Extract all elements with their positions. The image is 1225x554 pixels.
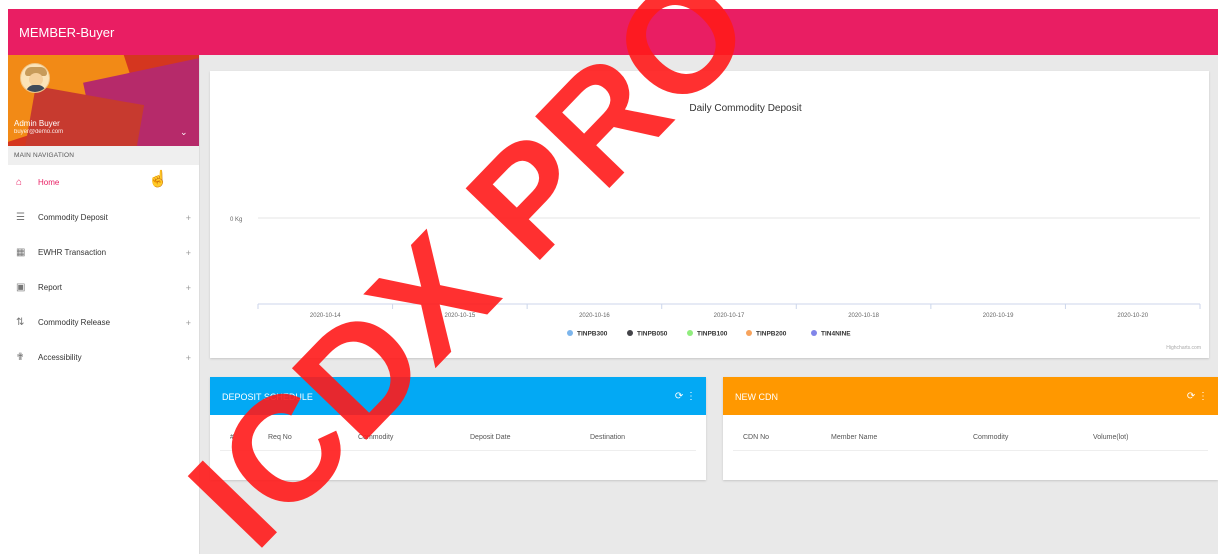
- sidebar: Admin Buyer buyer@demo.com ⌄ MAIN NAVIGA…: [8, 55, 200, 554]
- legend-marker: [567, 330, 573, 336]
- legend-label: TINPB200: [756, 331, 787, 338]
- user-profile: Admin Buyer buyer@demo.com ⌄: [8, 55, 199, 146]
- avatar: [20, 63, 50, 93]
- x-tick-label: 2020-10-19: [983, 313, 1014, 319]
- column-header: Destination: [590, 434, 626, 441]
- expand-icon: +: [185, 352, 191, 363]
- chevron-down-icon[interactable]: ⌄: [180, 127, 188, 138]
- expand-icon: +: [185, 317, 191, 328]
- sidebar-item-label: Home: [38, 178, 60, 187]
- new-cdn-header: NEW CDN ⟳ ⋮: [723, 377, 1218, 415]
- refresh-icon[interactable]: ⟳ ⋮: [1187, 391, 1208, 402]
- grid-icon: ▦: [16, 247, 26, 258]
- sidebar-item-label: Commodity Release: [38, 318, 111, 327]
- legend-marker: [687, 330, 693, 336]
- x-tick-label: 2020-10-18: [848, 313, 879, 319]
- sidebar-item-label: EWHR Transaction: [38, 248, 107, 257]
- legend-label: TINPB050: [637, 331, 668, 338]
- top-bar: MEMBER-Buyer: [8, 9, 1218, 55]
- legend-label: TIN4NINE: [821, 331, 851, 338]
- sidebar-item-label: Commodity Deposit: [38, 213, 108, 222]
- user-email: buyer@demo.com: [14, 129, 64, 135]
- app-title: MEMBER-Buyer: [19, 25, 115, 40]
- list-icon: ☰: [16, 212, 25, 223]
- expand-icon: +: [185, 282, 191, 293]
- x-tick-label: 2020-10-14: [310, 313, 341, 319]
- column-header: Member Name: [831, 434, 878, 441]
- sidebar-item-label: Accessibility: [38, 353, 82, 362]
- legend-label: TINPB100: [697, 331, 728, 338]
- sidebar-item-accessibility[interactable]: ✟ Accessibility +: [8, 340, 199, 375]
- x-tick-label: 2020-10-17: [714, 313, 745, 319]
- column-header: Commodity: [973, 434, 1009, 441]
- column-header: Commodity: [358, 434, 394, 441]
- chart-svg: Daily Commodity Deposit 0 Kg 2020-10-14 202…: [230, 103, 1201, 338]
- chart-credits[interactable]: Highcharts.com: [1166, 345, 1201, 351]
- sidebar-item-ewhr-transaction[interactable]: ▦ EWHR Transaction +: [8, 235, 199, 270]
- deposit-schedule-header: DEPOSIT SCHEDULE ⟳ ⋮: [210, 377, 706, 415]
- user-name: Admin Buyer: [14, 119, 60, 128]
- home-icon: ⌂: [16, 177, 23, 188]
- x-tick-label: 2020-10-20: [1117, 313, 1148, 319]
- refresh-icon[interactable]: ⟳ ⋮: [675, 391, 696, 402]
- column-header: Req No: [268, 434, 292, 441]
- y-tick-label: 0 Kg: [230, 217, 242, 223]
- report-icon: ▣: [16, 282, 26, 293]
- sidebar-item-report[interactable]: ▣ Report +: [8, 270, 199, 305]
- new-cdn-table-header: CDN No Member Name Commodity Volume(lot): [733, 415, 1208, 451]
- x-tick-label: 2020-10-15: [445, 313, 476, 319]
- legend-label: TINPB300: [577, 331, 608, 338]
- expand-icon: +: [185, 212, 191, 223]
- sort-icon: ⇅: [16, 317, 25, 328]
- column-header: Volume(lot): [1093, 434, 1129, 441]
- daily-commodity-deposit-chart: Daily Commodity Deposit 0 Kg 2020-10-14 202…: [210, 71, 1209, 358]
- deposit-schedule-card: DEPOSIT SCHEDULE ⟳ ⋮ # Req No Commodity …: [210, 377, 706, 480]
- legend-marker: [811, 330, 817, 336]
- x-tick-label: 2020-10-16: [579, 313, 610, 319]
- column-header: Deposit Date: [470, 434, 511, 441]
- new-cdn-card: NEW CDN ⟳ ⋮ CDN No Member Name Commodity…: [723, 377, 1218, 480]
- deposit-schedule-table-header: # Req No Commodity Deposit Date Destinat…: [220, 415, 696, 451]
- chart-title: Daily Commodity Deposit: [689, 103, 801, 114]
- deposit-schedule-title: DEPOSIT SCHEDULE: [222, 392, 313, 402]
- sidebar-item-home[interactable]: ⌂ Home: [8, 165, 199, 200]
- column-header: CDN No: [743, 434, 770, 441]
- app-frame: MEMBER-Buyer Admin Buyer buyer@demo.com …: [8, 9, 1218, 554]
- accessibility-icon: ✟: [16, 352, 25, 363]
- sidebar-item-commodity-release[interactable]: ⇅ Commodity Release +: [8, 305, 199, 340]
- sidebar-item-label: Report: [38, 283, 63, 292]
- legend-marker: [746, 330, 752, 336]
- new-cdn-title: NEW CDN: [735, 392, 778, 402]
- sidebar-item-commodity-deposit[interactable]: ☰ Commodity Deposit +: [8, 200, 199, 235]
- nav-header: MAIN NAVIGATION: [8, 146, 199, 165]
- legend-marker: [627, 330, 633, 336]
- column-header: #: [230, 434, 234, 441]
- pointer-cursor-icon: ☝: [148, 171, 168, 188]
- expand-icon: +: [185, 247, 191, 258]
